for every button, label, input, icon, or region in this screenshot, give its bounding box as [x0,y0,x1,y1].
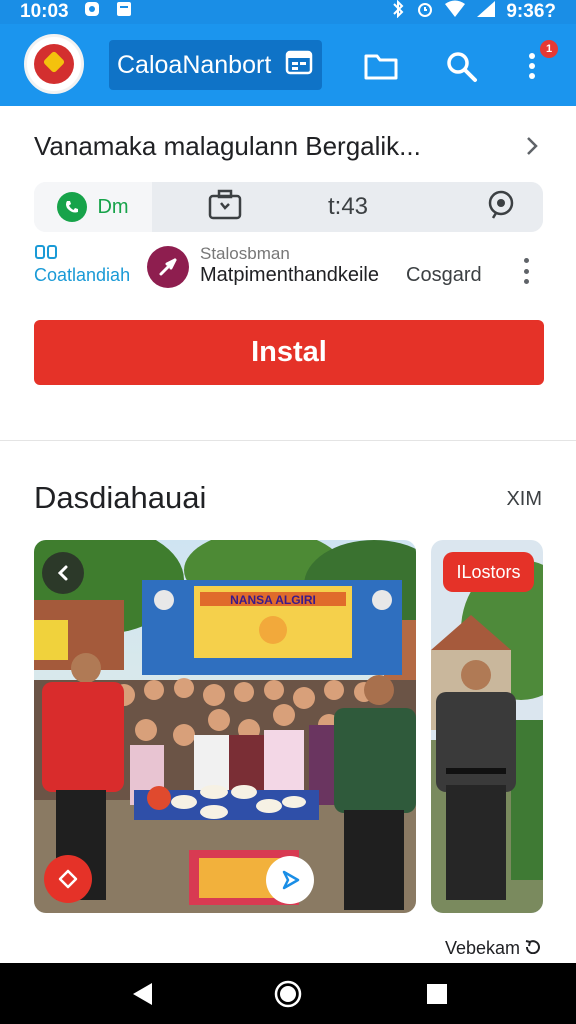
app-title: Vanamaka malagulann Bergalik... [34,130,421,161]
refresh-icon [524,938,542,959]
call-chip[interactable]: Dm [34,182,152,232]
search-bar[interactable]: CaloaNanbort [109,40,322,90]
status-right: 9:36? [390,0,556,24]
side-badge[interactable]: ILostors [443,552,534,592]
developer-tag: Cosgard [406,264,482,286]
sim-icon [115,0,133,24]
notification-badge: 1 [540,40,558,58]
community-photo: NANSA ALGIRI [34,540,416,913]
system-nav-bar [0,963,576,1024]
gallery-image-main[interactable]: NANSA ALGIRI [34,540,416,913]
notification-icon [83,0,101,24]
developer-name[interactable]: Matpimenthandkeile [200,264,379,287]
folder-icon[interactable] [361,46,401,86]
category-label: Coatlandiah [34,265,131,285]
section-more-link[interactable]: XIM [506,488,542,511]
developer-subtitle: Stalosbman [200,244,290,263]
developer-category[interactable]: Coatlandiah [34,244,134,286]
location-pin-icon[interactable] [487,190,515,225]
app-logo[interactable] [24,34,84,94]
favorite-icon[interactable] [44,855,92,903]
time-label: t:43 [328,193,369,220]
status-bar: 10:03 9:36? [0,0,576,24]
back-arrow-icon[interactable] [42,552,84,594]
screen: 10:03 9:36? CaloaNanbort 1 Vanamaka mala… [0,0,576,1024]
back-icon[interactable] [127,979,157,1009]
developer-avatar[interactable] [147,246,189,288]
search-icon[interactable] [441,46,481,86]
overflow-menu-icon[interactable]: 1 [512,40,558,86]
banner-text: NANSA ALGIRI [230,593,316,607]
bluetooth-icon [390,0,406,24]
app-title-row[interactable]: Vanamaka malagulann Bergalik... [34,126,544,166]
calendar-icon [284,47,314,84]
home-icon[interactable] [273,979,303,1009]
recents-icon[interactable] [422,979,452,1009]
logo-emblem [34,44,74,84]
signal-icon [476,0,496,24]
camera-icon[interactable] [208,189,242,226]
share-icon[interactable] [266,856,314,904]
gallery-image-side[interactable]: ILostors [431,540,543,913]
info-chip-row: Dm t:43 [34,182,543,232]
app-bar: CaloaNanbort 1 [0,24,576,106]
category-icon [34,244,134,265]
divider [0,440,576,441]
call-label: Dm [97,195,129,218]
footer-link[interactable]: Vebekam [445,938,542,959]
search-text: CaloaNanbort [117,50,272,79]
install-button[interactable]: Instal [34,320,544,385]
status-time: 10:03 [20,1,69,22]
section-title: Dasdiahauai [34,480,207,515]
phone-icon [57,192,88,222]
person-photo [431,540,543,913]
battery-text: 9:36? [506,1,556,22]
rating-chip: t:43 [152,182,543,232]
developer-row: Coatlandiah Stalosbman Matpimenthandkeil… [34,244,544,296]
more-options-icon[interactable] [522,258,530,284]
wifi-icon [444,0,466,24]
alarm-icon [416,0,434,24]
footer-link-text: Vebekam [444,938,520,958]
chevron-right-icon[interactable] [520,134,544,158]
